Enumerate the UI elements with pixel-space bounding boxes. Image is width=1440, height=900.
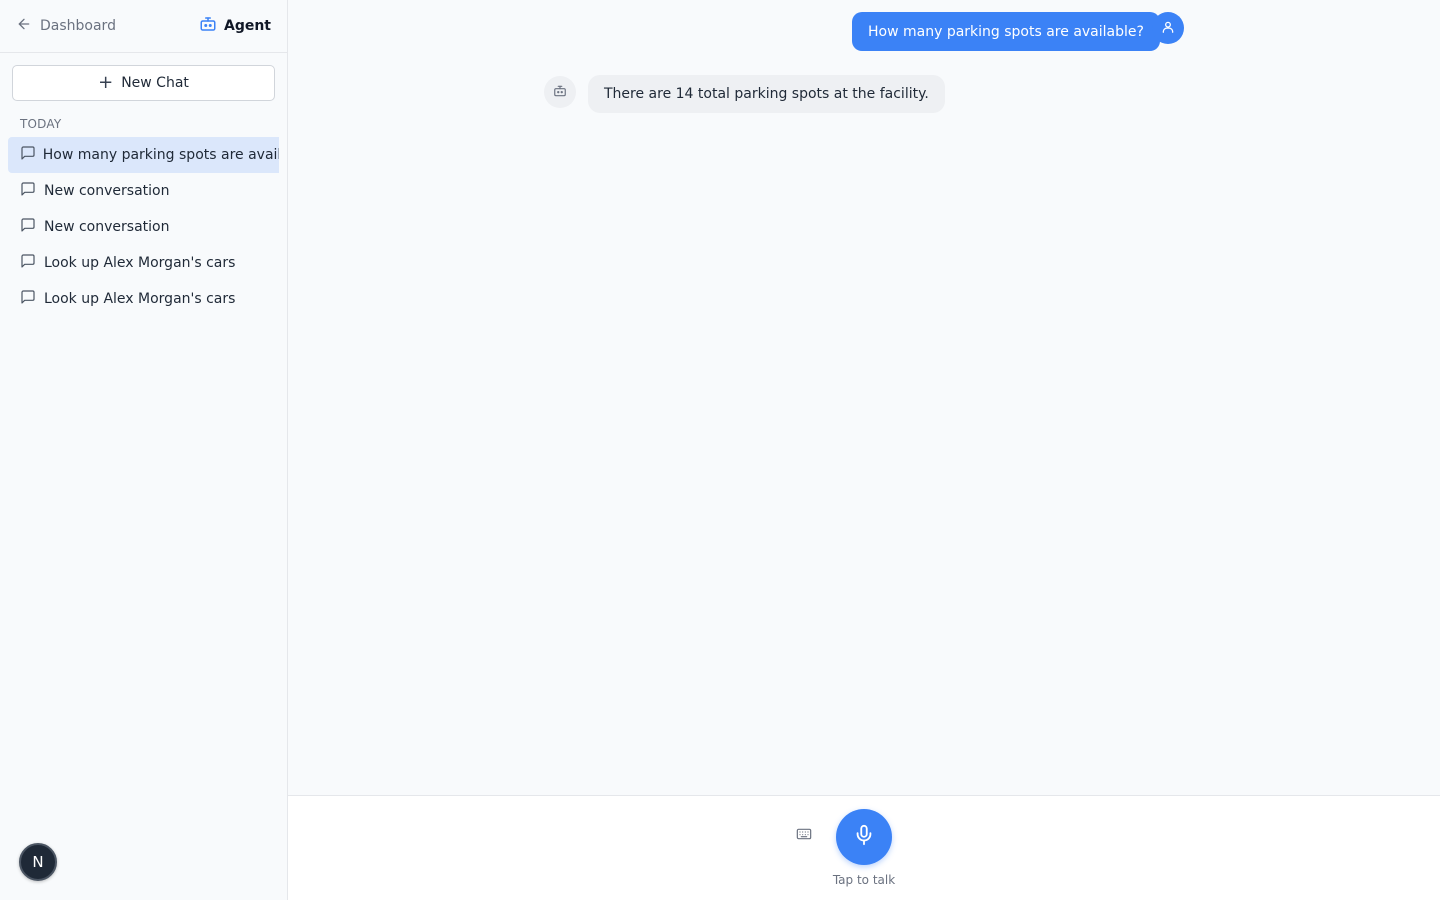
message-square-icon [20, 181, 36, 201]
assistant-avatar [544, 76, 576, 108]
sidebar-header: Dashboard Agent [0, 0, 287, 53]
agent-title: Agent [199, 15, 271, 37]
conversation-label: New conversation [44, 183, 170, 199]
back-to-dashboard-link[interactable]: Dashboard [16, 16, 116, 36]
agent-title-label: Agent [223, 18, 271, 34]
robot-icon [553, 83, 567, 102]
conversation-item[interactable]: How many parking spots are availab [8, 137, 279, 173]
conversation-item[interactable]: Look up Alex Morgan's cars [8, 245, 279, 281]
new-chat-label: New Chat [121, 75, 189, 91]
back-link-label: Dashboard [40, 18, 116, 34]
keyboard-icon [796, 826, 812, 846]
message-square-icon [20, 217, 36, 237]
message-square-icon [20, 145, 35, 165]
plus-icon: + [98, 72, 114, 93]
conversation-label: Look up Alex Morgan's cars [44, 291, 236, 307]
microphone-button[interactable] [836, 809, 892, 865]
conversation-item[interactable]: Look up Alex Morgan's cars [8, 281, 279, 317]
message-square-icon [20, 253, 36, 273]
avatar[interactable]: N [19, 843, 57, 881]
section-label-today: TODAY [20, 117, 62, 131]
new-chat-button[interactable]: + New Chat [12, 65, 275, 101]
user-icon [1161, 19, 1175, 38]
user-message-bubble: How many parking spots are available? [852, 12, 1160, 51]
conversation-label: How many parking spots are availab [42, 147, 279, 163]
voice-input-bar: Tap to talk [288, 795, 1440, 900]
tap-to-talk-label: Tap to talk [832, 873, 896, 887]
keyboard-toggle-button[interactable] [792, 826, 816, 846]
robot-icon [199, 15, 217, 37]
conversation-item[interactable]: New conversation [8, 173, 279, 209]
conversation-list: How many parking spots are availab New c… [8, 137, 279, 317]
sidebar: Dashboard Agent + New Chat TODAY How man… [0, 0, 288, 900]
arrow-left-icon [16, 16, 32, 36]
assistant-message-bubble: There are 14 total parking spots at the … [588, 75, 945, 113]
chat-main: How many parking spots are available? Th… [288, 0, 1440, 900]
conversation-label: Look up Alex Morgan's cars [44, 255, 236, 271]
conversation-label: New conversation [44, 219, 170, 235]
conversation-item[interactable]: New conversation [8, 209, 279, 245]
message-square-icon [20, 289, 36, 309]
user-avatar [1152, 12, 1184, 44]
microphone-icon [853, 824, 875, 850]
